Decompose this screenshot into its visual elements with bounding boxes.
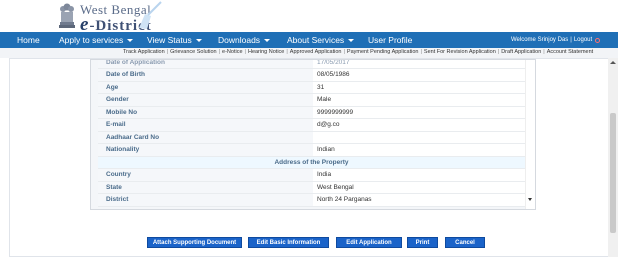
nav-user-profile[interactable]: User Profile [368, 32, 412, 48]
attach-document-button[interactable]: Attach Supporting Document [147, 237, 242, 248]
chevron-down-icon [264, 38, 271, 42]
nav-user-profile-label: User Profile [368, 35, 413, 45]
details-scroll-frame[interactable]: Date of Application 17/05/2017 Date of Bi… [90, 59, 536, 210]
nav-downloads-label: Downloads [218, 35, 261, 45]
table-row: Date of Birth 08/05/1986 [98, 68, 525, 82]
welcome-text: Welcome Srinjoy Das [511, 37, 569, 43]
quick-links-bar: Track Application | Grievance Solution | e-N… [0, 48, 618, 58]
link-hearing-notice[interactable]: Hearing Notice [248, 49, 284, 55]
row-value: 08/05/1986 [313, 68, 525, 82]
quick-links: Track Application | Grievance Solution | e-N… [123, 49, 593, 55]
row-value: 31 [313, 81, 525, 94]
details-table: Date of Application 17/05/2017 Date of Bi… [98, 60, 525, 207]
scroll-down-icon[interactable] [528, 198, 532, 201]
table-row: Nationality Indian [98, 143, 525, 157]
row-value: Indian [313, 143, 525, 157]
row-label: Nationality [98, 143, 313, 157]
table-row: State West Bengal [98, 181, 525, 194]
table-row: Age 31 [98, 81, 525, 94]
state-emblem-icon [59, 3, 75, 28]
link-draft-application[interactable]: Draft Application [501, 49, 541, 55]
section-header-row: Address of the Property [98, 156, 525, 169]
chevron-down-icon [348, 38, 355, 42]
scrollbar-thumb[interactable] [610, 113, 616, 233]
row-label: Age [98, 81, 313, 94]
row-label: Mobile No [98, 106, 313, 119]
link-track-application[interactable]: Track Application [123, 49, 165, 55]
link-account-statement[interactable]: Account Statement [547, 49, 593, 55]
row-value: India [313, 168, 525, 182]
row-label: District [98, 193, 313, 207]
user-welcome: Welcome Srinjoy Das | Logout [511, 32, 601, 48]
nav-apply-to-services[interactable]: Apply to services [59, 32, 134, 48]
section-title: Address of the Property [98, 156, 525, 169]
row-label: E-mail [98, 118, 313, 132]
row-label: Date of Application [98, 60, 313, 69]
chevron-down-icon [195, 38, 202, 42]
details-scrollbar[interactable] [525, 60, 535, 209]
edit-application-button[interactable]: Edit Application [336, 237, 402, 248]
chevron-down-icon [127, 38, 134, 42]
nav-downloads[interactable]: Downloads [218, 32, 271, 48]
logout-link[interactable]: Logout [574, 37, 592, 43]
nav-about-services-label: About Services [287, 35, 345, 45]
table-row: E-mail d@g.co [98, 118, 525, 132]
nav-about-services[interactable]: About Services [287, 32, 355, 48]
row-label: Gender [98, 93, 313, 107]
application-details-panel: Date of Application 17/05/2017 Date of Bi… [9, 58, 609, 257]
row-value: 9999999999 [313, 106, 525, 119]
table-row: Gender Male [98, 93, 525, 107]
nav-home-label: Home [17, 35, 40, 45]
nav-home[interactable]: Home [17, 32, 40, 48]
row-value: North 24 Parganas [313, 193, 525, 207]
page-scrollbar[interactable] [608, 58, 618, 257]
edit-basic-info-button[interactable]: Edit Basic Information [248, 237, 329, 248]
row-label: Country [98, 168, 313, 182]
nav-apply-label: Apply to services [59, 35, 124, 45]
site-header: West Bengal e-District [0, 0, 618, 35]
table-row: Date of Application 17/05/2017 [98, 60, 525, 69]
power-icon[interactable] [595, 37, 601, 43]
nav-view-status[interactable]: View Status [147, 32, 202, 48]
row-label: State [98, 181, 313, 194]
scroll-up-icon[interactable] [610, 61, 616, 64]
main-nav: Home Apply to services View Status Downl… [0, 32, 618, 48]
cancel-button[interactable]: Cancel [445, 237, 485, 248]
link-grievance-solution[interactable]: Grievance Solution [170, 49, 216, 55]
table-row: Aadhaar Card No [98, 131, 525, 144]
link-payment-pending[interactable]: Payment Pending Application [347, 49, 419, 55]
row-value: d@g.co [313, 118, 525, 132]
table-row: District North 24 Parganas [98, 193, 525, 207]
action-buttons: Attach Supporting Document Edit Basic In… [0, 237, 618, 249]
row-value [313, 131, 525, 144]
link-approved-application[interactable]: Approved Application [290, 49, 342, 55]
row-value: Male [313, 93, 525, 107]
row-value: West Bengal [313, 181, 525, 194]
table-row: Mobile No 9999999999 [98, 106, 525, 119]
row-label: Aadhaar Card No [98, 131, 313, 144]
link-sent-for-revision[interactable]: Sent For Revision Application [424, 49, 496, 55]
row-value: 17/05/2017 [313, 60, 525, 69]
broom-icon [139, 1, 162, 29]
table-row: Country India [98, 168, 525, 182]
nav-view-status-label: View Status [147, 35, 192, 45]
link-e-notice[interactable]: e-Notice [222, 49, 242, 55]
row-label: Date of Birth [98, 68, 313, 82]
print-button[interactable]: Print [407, 237, 438, 248]
